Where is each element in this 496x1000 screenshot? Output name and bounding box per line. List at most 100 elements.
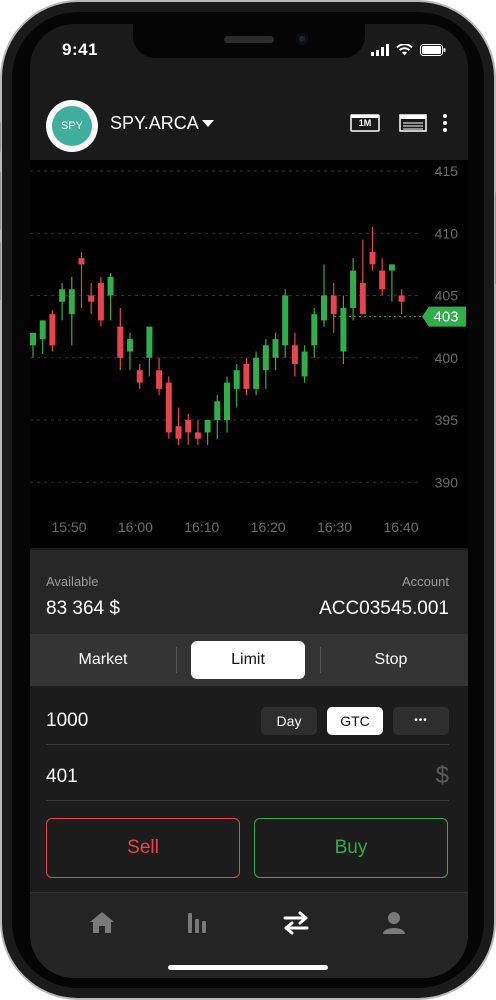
candle-body [68, 289, 75, 315]
candle-body [388, 264, 395, 271]
kebab-menu-icon [443, 114, 447, 132]
y-tick-label: 415 [435, 163, 459, 179]
duration-gtc-button[interactable]: GTC [327, 707, 383, 735]
sell-button[interactable]: Sell [46, 818, 240, 878]
order-type-selector: Market Limit Stop [30, 634, 468, 686]
x-tick-label: 15:50 [51, 519, 86, 535]
currency-symbol: $ [435, 762, 449, 789]
y-tick-label: 395 [435, 412, 459, 428]
more-menu-button[interactable] [442, 113, 448, 138]
candle-body [243, 363, 250, 389]
segment-divider [320, 647, 321, 673]
front-camera [296, 33, 308, 45]
price-input[interactable]: 401 [46, 766, 78, 788]
candle-body [340, 307, 347, 352]
candle-body [156, 370, 163, 389]
chart-type-button[interactable] [399, 114, 427, 137]
status-time: 9:41 [62, 40, 99, 59]
candle-body [272, 339, 279, 358]
home-icon [90, 912, 114, 933]
candle-body [321, 295, 327, 321]
signal-icon [371, 44, 389, 56]
candle-body [301, 351, 308, 377]
candle-body [194, 432, 201, 439]
symbol-name[interactable]: SPY.ARCA [110, 113, 199, 134]
x-tick-label: 16:00 [118, 519, 153, 535]
candle-body [127, 339, 133, 352]
tab-bar [30, 892, 468, 978]
candle-body [97, 283, 104, 321]
y-tick-label: 410 [435, 225, 459, 241]
candle-body [350, 270, 357, 308]
candle-body [330, 295, 337, 315]
candle-body [59, 289, 66, 302]
tab-trade[interactable] [276, 907, 316, 939]
candle-body [146, 326, 153, 358]
x-tick-label: 16:40 [383, 519, 418, 535]
tab-profile[interactable] [374, 907, 414, 939]
candle-body [311, 314, 318, 346]
volume-down-button [0, 242, 1, 300]
candle-body [359, 283, 366, 315]
app-screen: 9:41 SPY SPY.ARCA 1M 415 410 405 400 395… [30, 24, 468, 978]
field-divider [46, 800, 449, 801]
layout-icon [399, 114, 427, 132]
candle-body [233, 370, 240, 389]
mute-switch [0, 122, 1, 152]
duration-day-button[interactable]: Day [261, 707, 317, 735]
price-chart[interactable]: 415 410 405 400 395 390 15:50 16:00 16:10 16:20 16… [30, 160, 468, 548]
candle-body [78, 258, 85, 265]
wifi-icon [396, 44, 413, 56]
candle-body [88, 295, 95, 302]
candle-body [107, 276, 114, 296]
transfer-arrows-icon [283, 911, 309, 935]
candle-body [165, 382, 172, 433]
candle-body [204, 420, 211, 433]
instrument-header: SPY SPY.ARCA 1M [30, 100, 468, 160]
candle-body [282, 295, 289, 346]
speaker [224, 36, 274, 43]
profile-icon [383, 912, 405, 934]
account-value[interactable]: ACC03545.001 [319, 598, 449, 620]
account-label: Account [402, 574, 449, 589]
candle-body [262, 345, 269, 371]
candle-body [49, 314, 56, 346]
interval-button[interactable]: 1M [350, 114, 380, 137]
candle-body [398, 295, 405, 302]
order-type-market[interactable]: Market [46, 641, 160, 679]
caret-down-icon[interactable] [202, 120, 214, 127]
candle-body [175, 426, 182, 439]
candle-body [369, 251, 376, 265]
order-type-limit[interactable]: Limit [191, 641, 305, 679]
volume-up-button [0, 172, 1, 230]
phone-frame: 9:41 SPY SPY.ARCA 1M 415 410 405 400 395… [0, 2, 496, 998]
interval-label: 1M [358, 118, 372, 128]
y-tick-label: 390 [435, 474, 459, 490]
tab-markets[interactable] [178, 907, 218, 939]
tab-home[interactable] [82, 907, 122, 939]
buy-button[interactable]: Buy [254, 818, 448, 878]
quantity-input[interactable]: 1000 [46, 710, 88, 732]
battery-icon [420, 44, 446, 56]
available-label: Available [46, 574, 99, 589]
candlestick-chart[interactable]: 415 410 405 400 395 390 15:50 16:00 16:10 16:20 16… [30, 160, 468, 548]
candle-body [117, 326, 124, 358]
available-value: 83 364 $ [46, 598, 120, 619]
avatar-label: SPY [52, 106, 92, 146]
last-price-label: 403 [433, 309, 458, 326]
chart-bars-icon [188, 913, 206, 933]
order-type-stop[interactable]: Stop [334, 641, 448, 679]
avatar[interactable]: SPY [46, 100, 98, 152]
x-tick-label: 16:10 [184, 519, 219, 535]
candle-body [379, 270, 386, 290]
x-tick-label: 16:30 [317, 519, 352, 535]
duration-more-button[interactable]: ••• [393, 707, 449, 735]
candle-body [214, 401, 221, 420]
candle-body [224, 382, 230, 420]
y-tick-label: 405 [435, 288, 459, 304]
home-indicator [168, 965, 328, 970]
candle-body [39, 320, 46, 340]
status-icons [371, 42, 446, 56]
notch [133, 24, 365, 58]
segment-divider [176, 647, 177, 673]
